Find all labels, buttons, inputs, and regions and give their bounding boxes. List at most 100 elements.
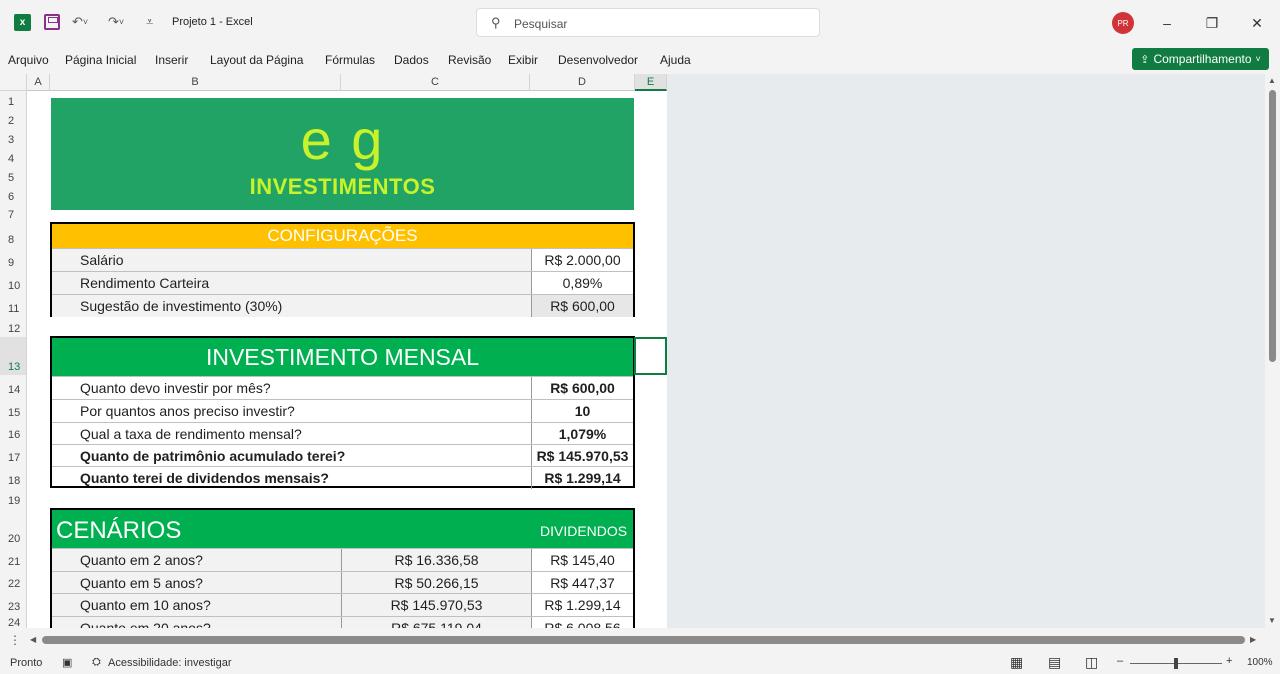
vertical-scroll-thumb[interactable] <box>1269 90 1276 362</box>
column-header-e[interactable]: E <box>635 74 667 91</box>
row-header[interactable]: 20 <box>0 509 27 547</box>
scenario-total[interactable]: R$ 16.336,58 <box>341 549 531 571</box>
page-layout-view-icon[interactable]: ▤ <box>1048 654 1061 671</box>
sheet-options-icon[interactable]: ⋮ <box>9 633 21 647</box>
config-value[interactable]: R$ 600,00 <box>531 295 633 317</box>
zoom-level[interactable]: 100% <box>1247 657 1273 668</box>
select-all-corner[interactable] <box>0 74 27 91</box>
horizontal-scrollbar[interactable]: ⋮ ◀ ▶ <box>0 628 1280 652</box>
scenario-label[interactable]: Quanto em 20 anos? <box>52 617 341 628</box>
row-header[interactable]: 19 <box>0 489 27 509</box>
menu-revisao[interactable]: Revisão <box>448 53 491 67</box>
monthly-value[interactable]: R$ 600,00 <box>531 377 633 399</box>
row-header[interactable]: 9 <box>0 248 27 271</box>
config-label[interactable]: Rendimento Carteira <box>52 272 531 294</box>
scroll-left-icon[interactable]: ◀ <box>30 635 36 644</box>
search-input[interactable]: ⚲ Pesquisar <box>476 8 820 37</box>
row-header[interactable]: 8 <box>0 223 27 248</box>
scenario-total[interactable]: R$ 50.266,15 <box>341 572 531 594</box>
scenario-label[interactable]: Quanto em 10 anos? <box>52 594 341 616</box>
scenario-dividends[interactable]: R$ 1.299,14 <box>531 594 633 616</box>
row-header[interactable]: 18 <box>0 466 27 489</box>
scenario-dividends[interactable]: R$ 145,40 <box>531 549 633 571</box>
config-label[interactable]: Salário <box>52 249 531 271</box>
scenario-total[interactable]: R$ 145.970,53 <box>341 594 531 616</box>
restore-icon[interactable]: ❐ <box>1201 12 1223 34</box>
worksheet-grid[interactable]: A B C D E 1 2 3 4 5 6 7 8 9 10 11 12 13 … <box>0 74 1265 628</box>
scenario-label[interactable]: Quanto em 5 anos? <box>52 572 341 594</box>
row-header[interactable]: 3 <box>0 129 27 148</box>
config-value[interactable]: R$ 2.000,00 <box>531 249 633 271</box>
row-header[interactable]: 13 <box>0 337 27 375</box>
save-icon[interactable] <box>44 14 60 30</box>
row-header[interactable]: 24 <box>0 615 27 628</box>
scenario-dividends[interactable]: R$ 447,37 <box>531 572 633 594</box>
undo-icon[interactable]: ↶ ˅ <box>72 13 88 31</box>
macro-record-icon[interactable]: ▣ <box>62 656 72 669</box>
customize-toolbar-icon[interactable]: ⩡ <box>146 13 153 31</box>
row-header[interactable]: 6 <box>0 186 27 205</box>
row-header[interactable]: 16 <box>0 421 27 443</box>
monthly-value[interactable]: 10 <box>531 400 633 422</box>
scroll-right-icon[interactable]: ▶ <box>1250 635 1256 644</box>
scroll-up-icon[interactable]: ▲ <box>1268 76 1276 85</box>
scenario-total[interactable]: R$ 675.119,04 <box>341 617 531 628</box>
column-header-a[interactable]: A <box>27 74 50 91</box>
monthly-value[interactable]: R$ 1.299,14 <box>531 467 633 489</box>
column-header-b[interactable]: B <box>50 74 341 91</box>
minimize-icon[interactable]: – <box>1156 12 1178 34</box>
menu-ajuda[interactable]: Ajuda <box>660 53 691 67</box>
page-break-view-icon[interactable]: ◫ <box>1085 654 1098 671</box>
accessibility-icon[interactable]: ⛭ <box>92 656 101 669</box>
selected-cell[interactable] <box>634 337 667 375</box>
vertical-scrollbar[interactable]: ▲ ▼ <box>1265 74 1280 628</box>
row-header[interactable]: 11 <box>0 294 27 317</box>
row-header[interactable]: 15 <box>0 398 27 421</box>
horizontal-scroll-thumb[interactable] <box>42 636 1245 644</box>
row-header[interactable]: 1 <box>0 91 27 110</box>
row-header[interactable]: 21 <box>0 547 27 570</box>
normal-view-icon[interactable]: ▦ <box>1010 654 1023 671</box>
menu-arquivo[interactable]: Arquivo <box>8 53 49 67</box>
menu-inserir[interactable]: Inserir <box>155 53 188 67</box>
zoom-out-icon[interactable]: – <box>1117 655 1123 667</box>
monthly-value[interactable]: 1,079% <box>531 423 633 445</box>
close-icon[interactable]: ✕ <box>1246 12 1268 34</box>
monthly-label[interactable]: Por quantos anos preciso investir? <box>52 400 531 422</box>
menu-layout-da-pagina[interactable]: Layout da Página <box>210 53 303 67</box>
zoom-slider[interactable] <box>1130 658 1222 669</box>
monthly-label[interactable]: Qual a taxa de rendimento mensal? <box>52 423 531 445</box>
accessibility-status[interactable]: Acessibilidade: investigar <box>108 657 232 669</box>
monthly-label[interactable]: Quanto devo investir por mês? <box>52 377 531 399</box>
scenario-dividends[interactable]: R$ 6.008,56 <box>531 617 633 628</box>
row-header[interactable]: 10 <box>0 271 27 294</box>
row-header[interactable]: 5 <box>0 167 27 186</box>
scroll-down-icon[interactable]: ▼ <box>1268 616 1276 625</box>
row-header[interactable]: 17 <box>0 443 27 466</box>
row-header[interactable]: 4 <box>0 148 27 167</box>
row-header[interactable]: 7 <box>0 205 27 223</box>
column-header-d[interactable]: D <box>530 74 635 91</box>
row-header[interactable]: 2 <box>0 110 27 129</box>
monthly-label[interactable]: Quanto terei de dividendos mensais? <box>52 467 531 489</box>
redo-icon[interactable]: ↷ ˅ <box>108 13 124 31</box>
row-header[interactable]: 12 <box>0 317 27 337</box>
monthly-value[interactable]: R$ 145.970,53 <box>531 445 633 467</box>
menu-formulas[interactable]: Fórmulas <box>325 53 375 67</box>
config-value[interactable]: 0,89% <box>531 272 633 294</box>
row-header[interactable]: 23 <box>0 592 27 615</box>
scenario-label[interactable]: Quanto em 2 anos? <box>52 549 341 571</box>
column-header-c[interactable]: C <box>341 74 530 91</box>
menu-desenvolvedor[interactable]: Desenvolvedor <box>558 53 638 67</box>
config-label[interactable]: Sugestão de investimento (30%) <box>52 295 531 317</box>
menu-pagina-inicial[interactable]: Página Inicial <box>65 53 136 67</box>
menu-exibir[interactable]: Exibir <box>508 53 538 67</box>
zoom-slider-knob[interactable] <box>1174 658 1178 669</box>
row-header[interactable]: 14 <box>0 375 27 398</box>
row-header[interactable]: 22 <box>0 570 27 592</box>
share-button[interactable]: ⇪ Compartilhamento ˅ <box>1132 48 1269 70</box>
menu-dados[interactable]: Dados <box>394 53 429 67</box>
avatar[interactable]: PR <box>1112 12 1134 34</box>
monthly-label[interactable]: Quanto de patrimônio acumulado terei? <box>52 445 531 467</box>
zoom-in-icon[interactable]: + <box>1226 655 1232 667</box>
